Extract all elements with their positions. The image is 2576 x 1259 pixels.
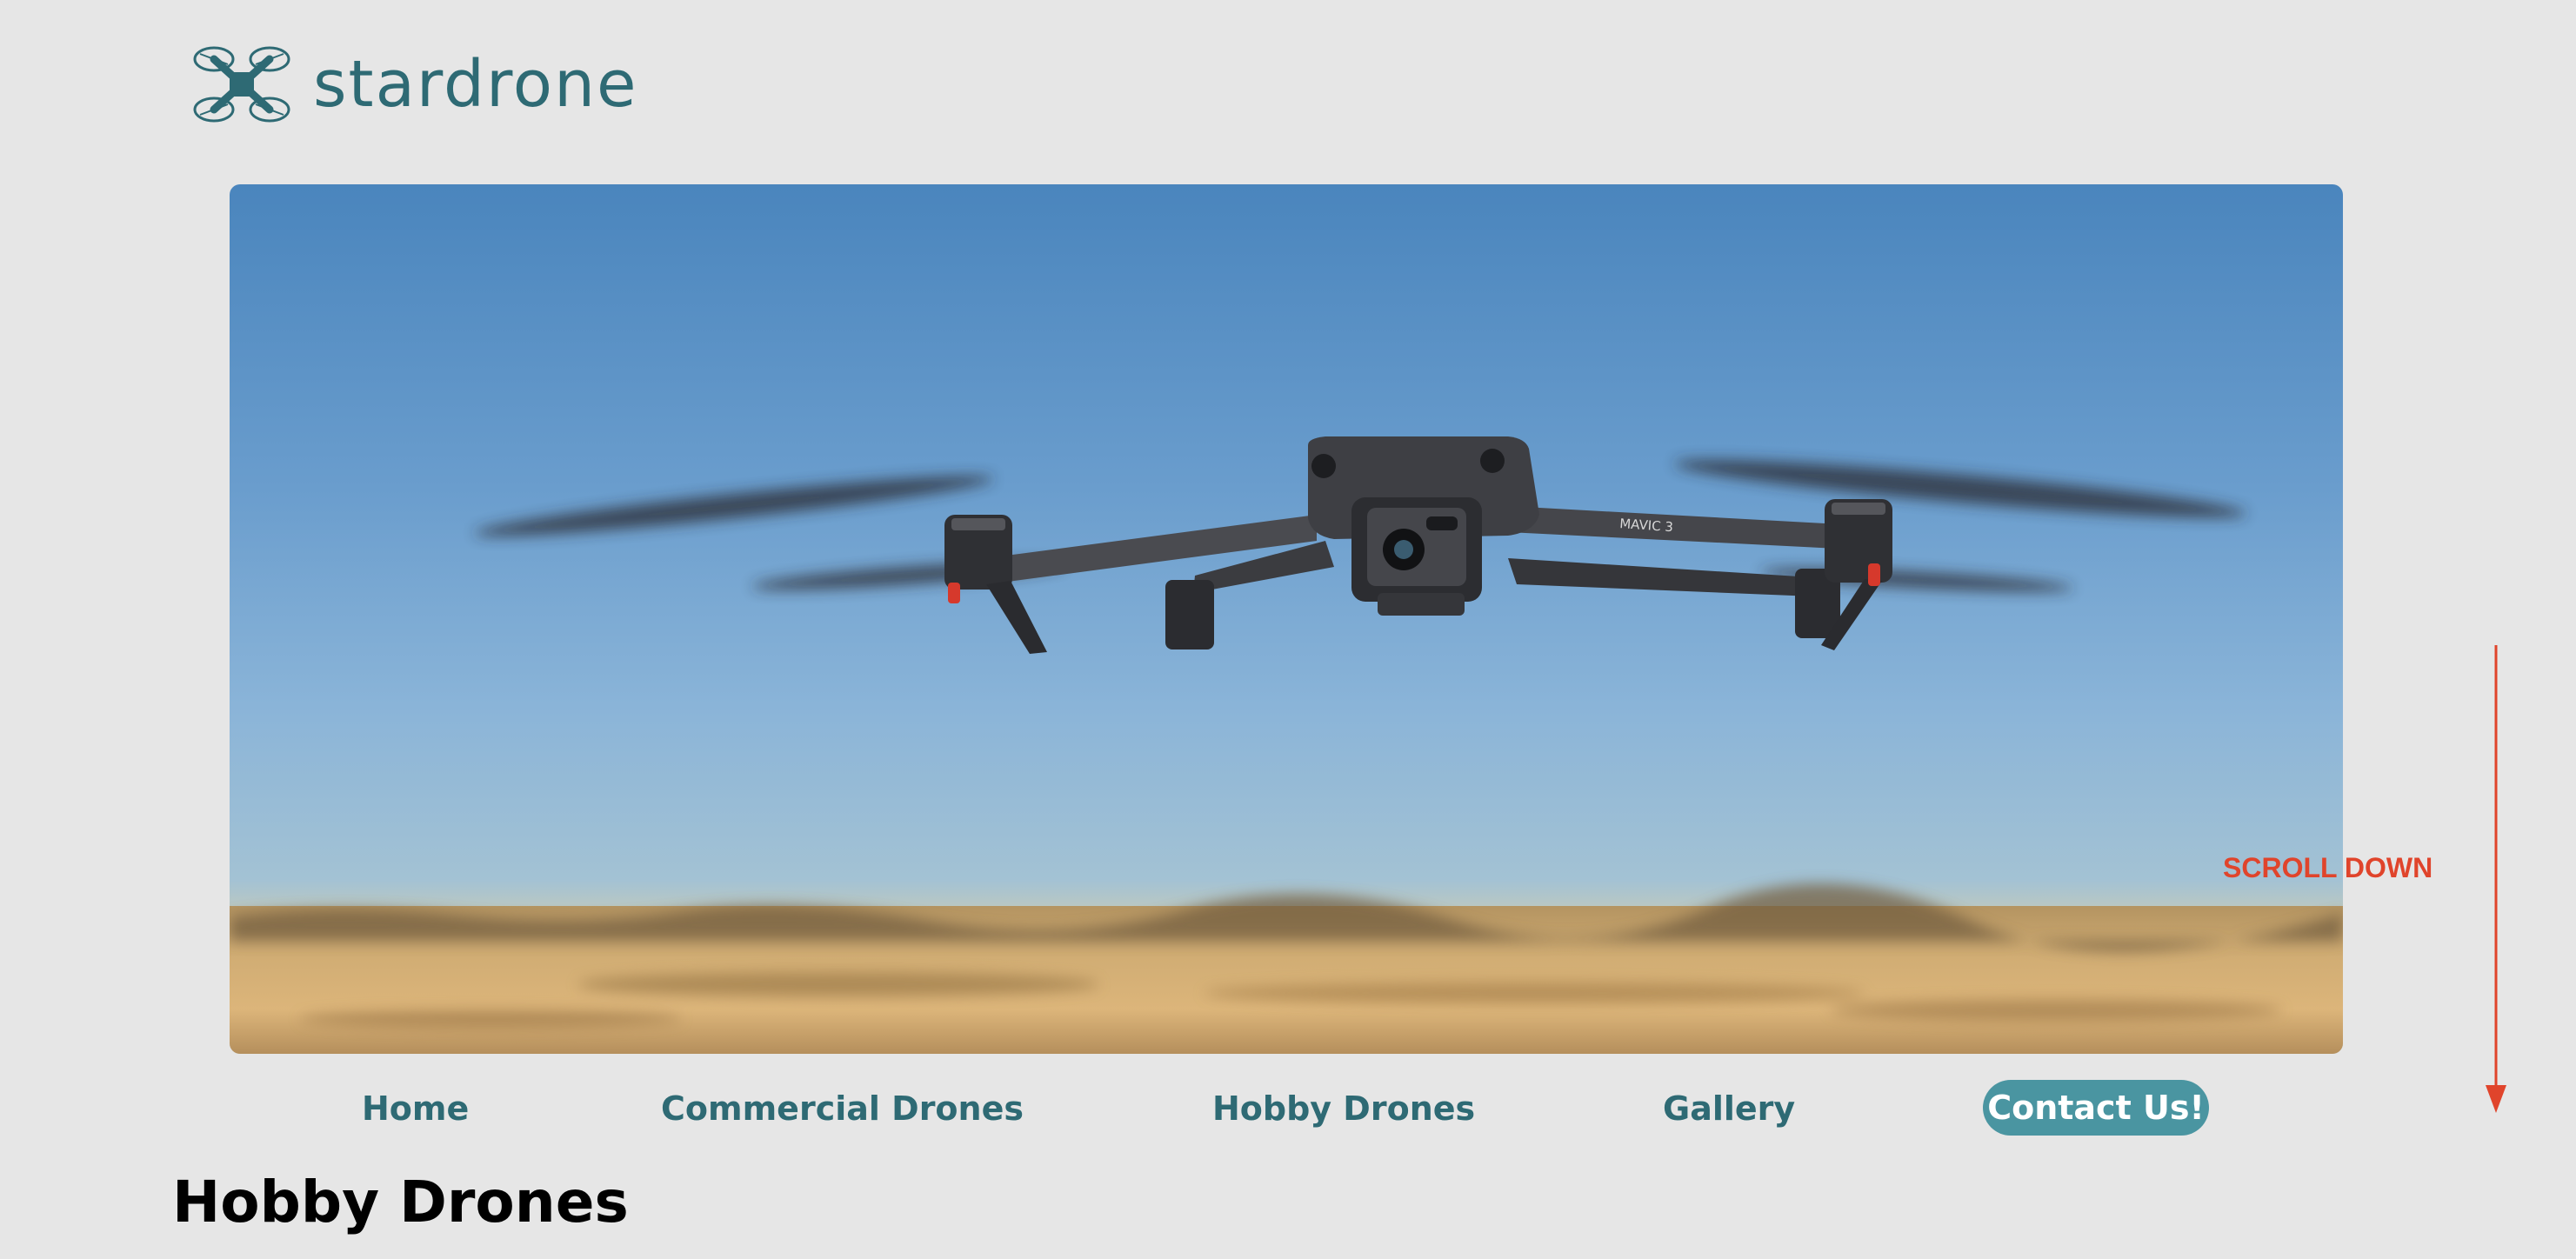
site-logo[interactable]: stardrone (191, 43, 638, 125)
scroll-down-label: SCROLL DOWN (2223, 852, 2433, 883)
nav-commercial-drones[interactable]: Commercial Drones (661, 1092, 1024, 1125)
page-title: Hobby Drones (172, 1169, 629, 1236)
arrow-down-icon (2486, 645, 2506, 1113)
page: stardrone MAVIC 3 Home Commercial Drones… (0, 0, 2576, 1259)
contact-us-button[interactable]: Contact Us! (1983, 1080, 2209, 1136)
nav-home[interactable]: Home (362, 1092, 469, 1125)
nav-gallery[interactable]: Gallery (1663, 1092, 1795, 1125)
nav-hobby-drones[interactable]: Hobby Drones (1212, 1092, 1475, 1125)
hero-drone-image: MAVIC 3 (230, 184, 2343, 1054)
drone-logo-icon (193, 46, 290, 123)
brand-name: stardrone (313, 47, 638, 122)
